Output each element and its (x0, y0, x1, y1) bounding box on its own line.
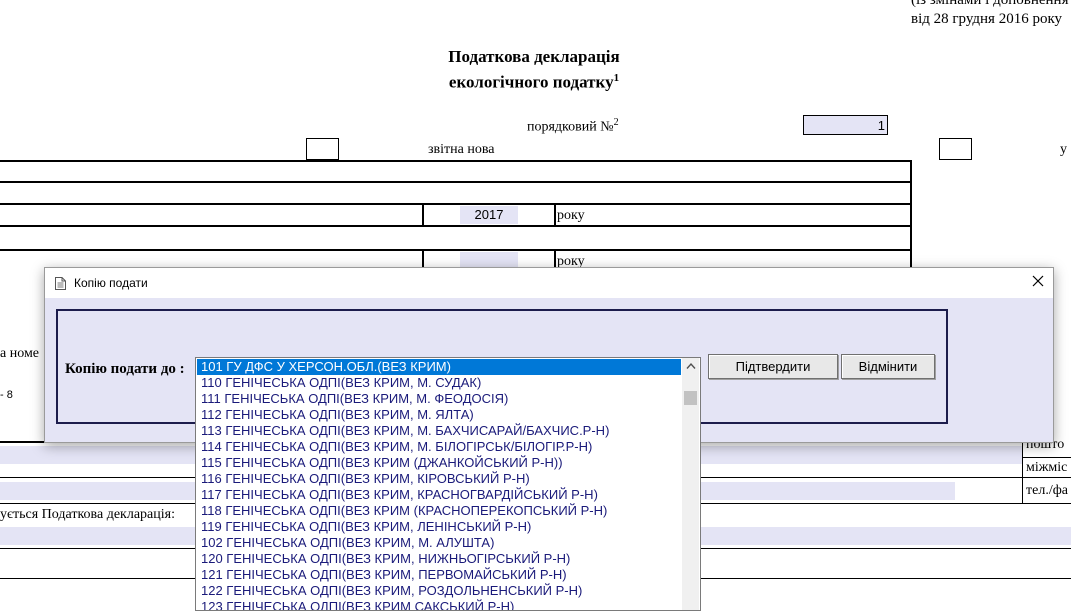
table-line (0, 203, 912, 205)
right-cut-label: у (1060, 142, 1067, 157)
document-icon (55, 277, 66, 290)
order-number-label: порядковий №2 (527, 117, 619, 135)
table-line (554, 203, 556, 227)
table-line (0, 160, 912, 162)
tax-office-option[interactable]: 113 ГЕНІЧЕСЬКА ОДПІ(ВЕЗ КРИМ, М. БАХЧИСА… (197, 423, 681, 439)
tax-office-option[interactable]: 117 ГЕНІЧЕСЬКА ОДПІ(ВЕЗ КРИМ, КРАСНОГВАР… (197, 487, 681, 503)
tax-office-option[interactable]: 101 ГУ ДФС У ХЕРСОН.ОБЛ.(ВЕЗ КРИМ) (197, 359, 681, 375)
amendment-date: від 28 грудня 2016 року (911, 11, 1063, 27)
report-type-label: звітна нова (428, 142, 495, 157)
tax-office-option[interactable]: 112 ГЕНІЧЕСЬКА ОДПІ(ВЕЗ КРИМ, М. ЯЛТА) (197, 407, 681, 423)
period-year-field[interactable] (460, 252, 518, 268)
tax-office-option[interactable]: 102 ГЕНІЧЕСЬКА ОДПІ(ВЕЗ КРИМ, М. АЛУШТА) (197, 535, 681, 551)
declaration-title-line1: Податкова декларація (448, 47, 620, 66)
report-type-checkbox[interactable] (306, 138, 339, 160)
table-line (910, 160, 912, 268)
small-label-fragment: - 8 (0, 389, 13, 401)
tax-office-option[interactable]: 115 ГЕНІЧЕСЬКА ОДПІ(ВЕЗ КРИМ (ДЖАНКОЙСЬК… (197, 455, 681, 471)
tax-office-option[interactable]: 116 ГЕНІЧЕСЬКА ОДПІ(ВЕЗ КРИМ, КІРОВСЬКИЙ… (197, 471, 681, 487)
close-icon (1032, 275, 1044, 287)
tax-office-option[interactable]: 111 ГЕНІЧЕСЬКА ОДПІ(ВЕЗ КРИМ, М. ФЕОДОСІ… (197, 391, 681, 407)
tax-office-option[interactable]: 122 ГЕНІЧЕСЬКА ОДПІ(ВЕЗ КРИМ, РОЗДОЛЬНЕН… (197, 583, 681, 599)
table-line (0, 225, 912, 227)
table-line (0, 249, 912, 251)
name-label-fragment: а номе (0, 346, 40, 361)
chevron-up-icon (685, 362, 696, 369)
order-number-field[interactable]: 1 (803, 115, 888, 135)
intercity-label-fragment: міжміс (1026, 460, 1068, 475)
table-line (554, 249, 556, 268)
listbox-scrollbar[interactable] (682, 358, 699, 610)
tax-office-option[interactable]: 120 ГЕНІЧЕСЬКА ОДПІ(ВЕЗ КРИМ, НИЖНЬОГІРС… (197, 551, 681, 567)
year-field[interactable]: 2017 (460, 206, 518, 224)
phone-label-fragment: тел./фа (1026, 483, 1068, 498)
table-line (0, 181, 912, 183)
tax-office-option[interactable]: 110 ГЕНІЧЕСЬКА ОДПІ(ВЕЗ КРИМ, М. СУДАК) (197, 375, 681, 391)
table-line (422, 203, 424, 227)
amendment-note: (із змінами і доповнення (911, 0, 1069, 8)
table-line (422, 249, 424, 268)
declaration-title-line2: екологічного податку1 (448, 72, 620, 92)
tax-office-option[interactable]: 123 ГЕНІЧЕСЬКА ОДПІ(ВЕЗ КРИМ САКСЬКИЙ Р-… (197, 599, 681, 610)
tax-office-option[interactable]: 121 ГЕНІЧЕСЬКА ОДПІ(ВЕЗ КРИМ, ПЕРВОМАЙСЬ… (197, 567, 681, 583)
clarifying-checkbox[interactable] (939, 138, 972, 160)
scroll-thumb[interactable] (684, 391, 697, 405)
tax-office-listbox[interactable]: 101 ГУ ДФС У ХЕРСОН.ОБЛ.(ВЕЗ КРИМ) 110 ГЕ… (195, 357, 701, 611)
close-button[interactable] (1028, 274, 1048, 292)
table-line (1022, 441, 1023, 503)
cancel-button[interactable]: Відмінити (841, 354, 935, 379)
tax-office-option[interactable]: 118 ГЕНІЧЕСЬКА ОДПІ(ВЕЗ КРИМ (КРАСНОПЕРЕ… (197, 503, 681, 519)
tax-office-option[interactable]: 114 ГЕНІЧЕСЬКА ОДПІ(ВЕЗ КРИМ, М. БІЛОГІР… (197, 439, 681, 455)
tax-office-option[interactable]: 119 ГЕНІЧЕСЬКА ОДПІ(ВЕЗ КРИМ, ЛЕНІНСЬКИЙ… (197, 519, 681, 535)
table-line (1022, 457, 1071, 458)
dialog-title: Копію подати (74, 276, 148, 290)
table-line (0, 441, 44, 443)
confirm-button[interactable]: Підтвердити (708, 354, 838, 379)
copy-to-label: Копію подати до : (65, 361, 185, 377)
scroll-up-button[interactable] (682, 358, 699, 375)
dialog-titlebar[interactable]: Копію подати (45, 268, 1053, 298)
year-unit-label: року (557, 208, 585, 223)
declaration-label-fragment: ується Податкова декларація: (0, 507, 175, 522)
